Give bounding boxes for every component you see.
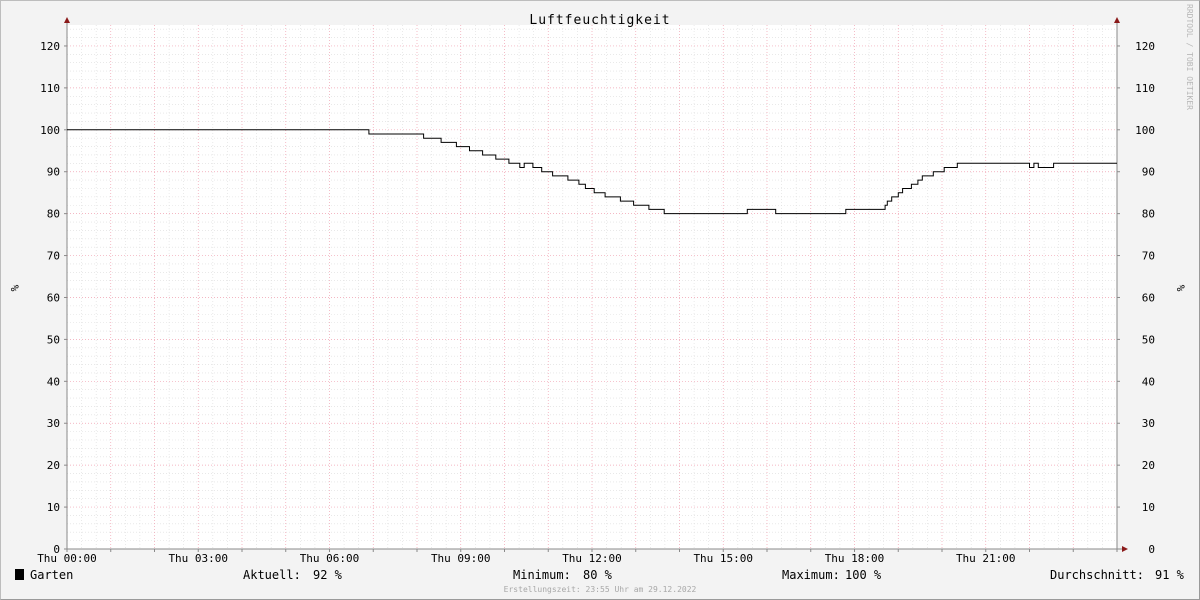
x-tick-label: Thu 12:00 [562,552,622,565]
legend-max-label: Maximum: [782,568,840,582]
legend-min-label: Minimum: [513,568,571,582]
legend-swatch-garten [15,569,24,580]
legend-current-value: 92 % [313,568,343,582]
y-tick-label-left: 80 [47,208,60,221]
x-tick-label: Thu 03:00 [168,552,228,565]
x-axis-labels: Thu 00:00 Thu 03:00 Thu 06:00 Thu 09:00 Thu … [37,552,1015,565]
chart-svg: 0 010 1020 2030 3040 4050 5060 6070 7080 8090 9010… [8,4,1194,594]
y-tick-label-right: 60 [1142,291,1155,304]
y-tick-label-right: 80 [1142,208,1155,221]
y-tick-label-right: 120 [1135,40,1155,53]
y-tick-label-left: 110 [40,82,60,95]
legend-avg-value: 91 % [1155,568,1185,582]
y-tick-label-right: 10 [1142,501,1155,514]
y-tick-label-right: 20 [1142,459,1155,472]
x-tick-label: Thu 18:00 [825,552,885,565]
x-tick-label: Thu 15:00 [693,552,753,565]
y-tick-label-left: 120 [40,40,60,53]
y-tick-label-left: 40 [47,375,60,388]
x-tick-label: Thu 06:00 [300,552,360,565]
y-tick-label-left: 70 [47,250,60,263]
rrdtool-watermark: RRDTOOL / TOBI OETIKER [1185,4,1194,110]
y-tick-label-left: 30 [47,417,60,430]
y-tick-label-right: 50 [1142,333,1155,346]
y-axis-label-left: % [8,285,21,292]
x-tick-label: Thu 09:00 [431,552,491,565]
y-axis-label-right: % [1174,285,1187,292]
x-axis-arrow [1122,546,1128,552]
y-tick-label-left: 10 [47,501,60,514]
y-tick-label-right: 0 [1148,543,1155,556]
y-tick-label-left: 20 [47,459,60,472]
legend-series-name: Garten [30,568,73,582]
y-tick-label-left: 50 [47,333,60,346]
legend-avg-label: Durchschnitt: [1050,568,1144,582]
creation-time-footer: Erstellungszeit: 23:55 Uhr am 29.12.2022 [504,585,697,594]
legend-min-value: 80 % [583,568,613,582]
chart-title: Luftfeuchtigkeit [529,13,670,28]
legend-max-value: 100 % [845,568,882,582]
y-tick-label-right: 90 [1142,166,1155,179]
y-tick-label-left: 60 [47,291,60,304]
y-tick-label-right: 30 [1142,417,1155,430]
y-tick-label-left: 100 [40,124,60,137]
y-tick-label-left: 90 [47,166,60,179]
y-tick-label-right: 100 [1135,124,1155,137]
y-tick-label-right: 70 [1142,250,1155,263]
grid [67,25,1117,549]
y-axis-arrow-left [64,17,70,23]
x-tick-label: Thu 21:00 [956,552,1016,565]
y-tick-label-right: 40 [1142,375,1155,388]
y-tick-label-right: 110 [1135,82,1155,95]
y-axis-arrow-right [1114,17,1120,23]
legend-current-label: Aktuell: [243,568,301,582]
x-tick-label: Thu 00:00 [37,552,97,565]
